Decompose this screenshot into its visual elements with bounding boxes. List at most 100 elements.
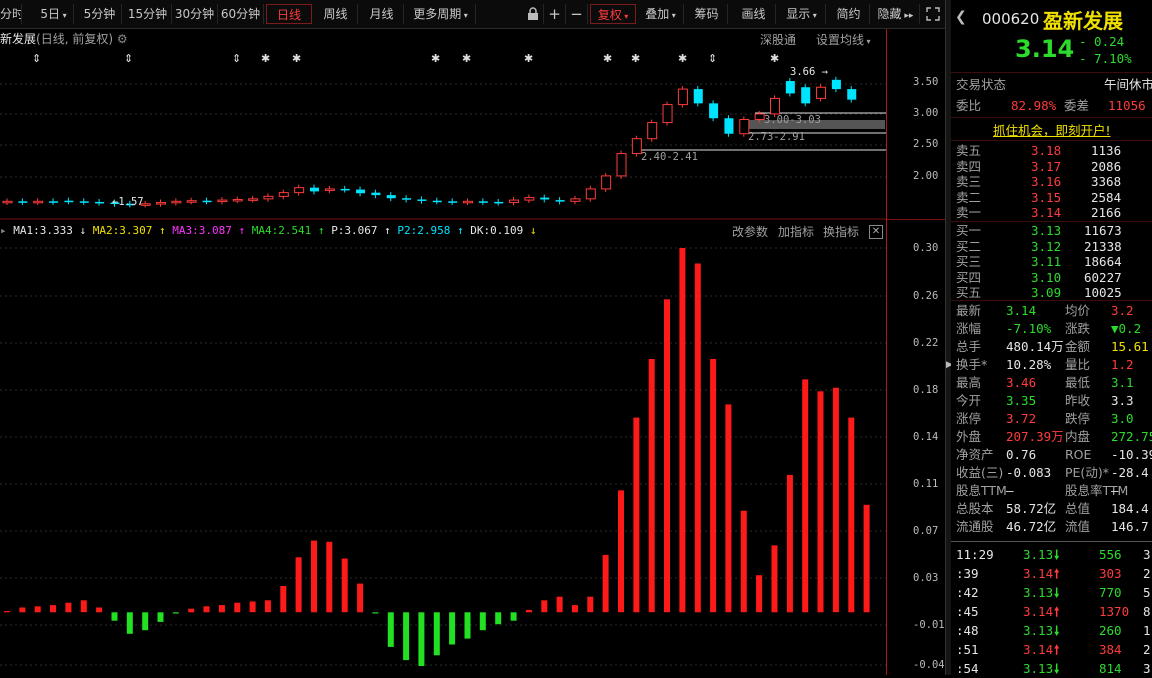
- histogram-bar[interactable]: [249, 601, 256, 613]
- histogram-bar[interactable]: [357, 583, 364, 613]
- overlay-button[interactable]: 叠加 ▾: [638, 4, 684, 24]
- event-marker[interactable]: ✱: [462, 52, 471, 65]
- candle-body[interactable]: [724, 118, 734, 134]
- tab-5day[interactable]: 5日 ▾: [34, 4, 74, 24]
- tick-row[interactable]: :51 3.14 384 2 🠕: [951, 641, 1152, 659]
- candle-body[interactable]: [478, 201, 488, 203]
- candle-body[interactable]: [95, 201, 105, 204]
- candle-body[interactable]: [324, 188, 335, 191]
- zoom-in-button[interactable]: +: [544, 4, 566, 24]
- candle-body[interactable]: [202, 200, 212, 203]
- deep-service-link[interactable]: 深股通: [760, 31, 796, 48]
- stat-row[interactable]: 净资产 0.76 ROE -10.39: [951, 446, 1152, 464]
- stat-row[interactable]: 总手 480.14万 金额 15.61: [951, 338, 1152, 356]
- histogram-bar[interactable]: [203, 606, 210, 613]
- candle-body[interactable]: [693, 89, 703, 104]
- stat-row[interactable]: 涨停 3.72 跌停 3.0: [951, 410, 1152, 428]
- stat-row[interactable]: 最新 3.14 均价 3.2: [951, 302, 1152, 320]
- histogram-bar[interactable]: [556, 596, 563, 613]
- candle-body[interactable]: [64, 200, 74, 203]
- histogram-bar[interactable]: [172, 612, 179, 614]
- hide-button[interactable]: 隐藏 ▸▸: [872, 4, 920, 24]
- histogram-bar[interactable]: [311, 540, 317, 613]
- event-marker[interactable]: ✱: [603, 52, 612, 65]
- histogram-bar[interactable]: [387, 612, 394, 647]
- histogram-bar[interactable]: [664, 299, 670, 613]
- event-marker[interactable]: ✱: [261, 52, 270, 65]
- stat-row[interactable]: 最高 3.46 最低 3.1: [951, 374, 1152, 392]
- tab-5min[interactable]: 5分钟: [78, 4, 122, 24]
- histogram-bar[interactable]: [111, 612, 118, 621]
- lock-icon[interactable]: [522, 4, 544, 24]
- set-ma-button[interactable]: 设置均线 ▾: [816, 31, 871, 48]
- draw-button[interactable]: 画线: [732, 4, 776, 24]
- candle-body[interactable]: [494, 201, 504, 204]
- histogram-bar[interactable]: [326, 541, 333, 613]
- histogram-bar[interactable]: [464, 612, 471, 639]
- tick-row[interactable]: :42 3.13 770 5 🠗: [951, 584, 1152, 602]
- histogram-bar[interactable]: [403, 612, 410, 661]
- tick-row[interactable]: :39 3.14 303 2 🠕: [951, 565, 1152, 583]
- change-params-button[interactable]: 改参数: [732, 223, 768, 240]
- histogram-bar[interactable]: [80, 600, 87, 613]
- candle-body[interactable]: [709, 103, 719, 119]
- histogram-bar[interactable]: [50, 605, 56, 613]
- histogram-bar[interactable]: [786, 474, 793, 613]
- ask-row[interactable]: 卖一 3.14 2166: [951, 204, 1152, 222]
- histogram-bar[interactable]: [126, 612, 133, 634]
- event-marker[interactable]: ⇕: [32, 52, 41, 65]
- candle-body[interactable]: [294, 187, 305, 194]
- histogram-bar[interactable]: [525, 609, 532, 613]
- candle-body[interactable]: [448, 201, 458, 203]
- chart-area[interactable]: ⇕ ⇕ ⇕ ✱ ✱ ✱ ✱ ✱ ✱ ✱ ✱ ⇕ ✱ 新发展(日线, 前复权) ⚙…: [0, 29, 886, 675]
- tab-weekly[interactable]: 周线: [314, 4, 358, 24]
- histogram-bar[interactable]: [218, 605, 225, 613]
- histogram-bar[interactable]: [648, 359, 655, 613]
- candle-body[interactable]: [754, 113, 765, 120]
- histogram-bar[interactable]: [264, 600, 271, 613]
- tick-row[interactable]: :48 3.13 260 1 🠗: [951, 622, 1152, 640]
- event-marker[interactable]: ⇕: [124, 52, 133, 65]
- candle-body[interactable]: [310, 187, 319, 192]
- histogram-bar[interactable]: [157, 612, 164, 622]
- histogram-bar[interactable]: [832, 387, 839, 613]
- candle-body[interactable]: [677, 88, 688, 106]
- candle-body[interactable]: [386, 195, 396, 199]
- candle-body[interactable]: [463, 200, 473, 204]
- histogram-bar[interactable]: [802, 379, 809, 613]
- candle-body[interactable]: [248, 198, 259, 201]
- candle-body[interactable]: [770, 97, 780, 115]
- histogram-bar[interactable]: [694, 263, 701, 613]
- histogram-bar[interactable]: [679, 248, 686, 613]
- histogram-bar[interactable]: [280, 586, 287, 613]
- switch-indicator-button[interactable]: 换指标: [823, 223, 859, 240]
- candle-body[interactable]: [847, 89, 857, 100]
- stat-row[interactable]: 股息TTM — 股息率TTM —: [951, 482, 1152, 500]
- histogram-bar[interactable]: [510, 612, 517, 621]
- event-marker[interactable]: ✱: [292, 52, 301, 65]
- tab-daily[interactable]: 日线: [266, 4, 312, 24]
- candle-body[interactable]: [540, 197, 550, 200]
- stat-row[interactable]: 流通股 46.72亿 流值 146.7: [951, 518, 1152, 536]
- candle-body[interactable]: [18, 201, 28, 203]
- tab-30min[interactable]: 30分钟: [172, 4, 218, 24]
- close-icon[interactable]: ✕: [869, 225, 883, 239]
- candle-body[interactable]: [647, 122, 658, 140]
- histogram-bar[interactable]: [341, 558, 348, 613]
- histogram-bar[interactable]: [65, 602, 72, 613]
- candle-body[interactable]: [555, 200, 565, 202]
- candle-body[interactable]: [340, 188, 350, 191]
- fullscreen-icon[interactable]: [922, 4, 944, 24]
- candle-body[interactable]: [601, 175, 612, 190]
- histogram-bar[interactable]: [479, 612, 486, 631]
- histogram-bar[interactable]: [602, 554, 609, 613]
- candle-body[interactable]: [278, 192, 289, 197]
- stat-row[interactable]: 收益(三) -0.083 PE(动)* -28.4: [951, 464, 1152, 482]
- indicator-collapse-icon[interactable]: ▸: [0, 224, 7, 237]
- histogram-bar[interactable]: [372, 612, 379, 614]
- candle-body[interactable]: [232, 198, 243, 202]
- candle-body[interactable]: [509, 199, 520, 204]
- histogram-bar[interactable]: [771, 545, 778, 613]
- add-indicator-button[interactable]: 加指标: [778, 223, 814, 240]
- candle-body[interactable]: [801, 87, 811, 104]
